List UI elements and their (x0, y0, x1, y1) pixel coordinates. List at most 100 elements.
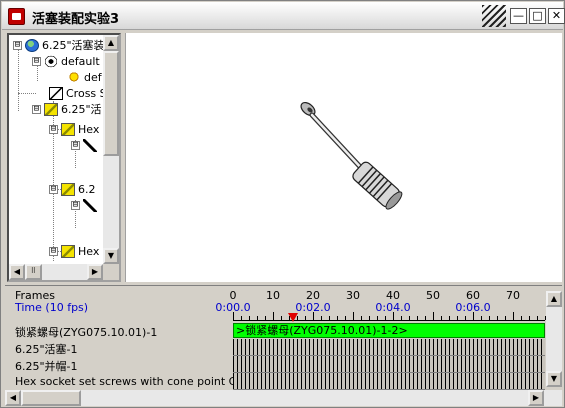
assembly-tree-panel: ⊟ 6.25"活塞装 ⊟ default def Cross S ⊟ 6.25"… (7, 33, 121, 282)
scroll-up-button[interactable]: ▲ (103, 35, 119, 51)
part-icon (61, 244, 75, 258)
scroll-left-button[interactable]: ◀ (5, 390, 21, 406)
frame-tick-label: 70 (506, 289, 520, 302)
animation-timeline: Frames Time (10 fps) 0 10 20 30 40 50 60 70 0:0… (5, 285, 562, 390)
ruler-tick (361, 316, 362, 320)
light-bulb-icon (67, 70, 81, 84)
ruler-tick (345, 316, 346, 320)
ruler-tick (505, 316, 506, 320)
timeline-vertical-scrollbar[interactable]: ▲ ▼ (546, 291, 562, 387)
ruler-tick (497, 316, 498, 320)
scroll-thumb[interactable] (21, 390, 81, 406)
scrollbar-corner (103, 264, 119, 280)
track-name: 6.25"活塞-1 (15, 343, 78, 356)
tree-item-hex-screw[interactable]: ⊟ Hex (49, 121, 99, 137)
track-grid[interactable] (233, 356, 545, 373)
maximize-button[interactable]: □ (529, 8, 546, 24)
ruler-tick (433, 312, 434, 320)
track-keyframe-bar[interactable]: >锁紧螺母(ZYG075.10.01)-1-2> (233, 323, 545, 338)
frame-tick-label: 30 (346, 289, 360, 302)
ruler-tick (449, 316, 450, 320)
tree-item-label: Hex (78, 244, 100, 258)
tree-item-assembly-root[interactable]: ⊟ 6.25"活塞装 (13, 37, 103, 53)
ruler-tick (457, 316, 458, 320)
minimize-button[interactable]: — (510, 8, 527, 24)
title-decoration (482, 5, 506, 27)
frame-tick-label: 10 (266, 289, 280, 302)
ruler-tick (401, 316, 402, 320)
ruler-tick (441, 316, 442, 320)
3d-viewport[interactable] (125, 33, 562, 282)
ruler-tick (249, 316, 250, 320)
tree-item-default-view[interactable]: ⊟ default (32, 53, 100, 69)
ruler-tick (465, 316, 466, 320)
tree-item-label: 6.2 (78, 182, 96, 196)
ruler-tick (313, 312, 314, 320)
tree-item-piston-part[interactable]: ⊟ 6.2 (49, 181, 96, 197)
track-row[interactable]: 6.25"活塞-1 (15, 339, 545, 356)
tree-item-label: default (61, 54, 100, 68)
ruler-tick (233, 312, 234, 320)
ruler-tick (337, 316, 338, 320)
close-button[interactable]: ✕ (548, 8, 565, 24)
ruler-tick (265, 316, 266, 320)
ruler-tick (329, 316, 330, 320)
collapse-icon[interactable]: ⊟ (32, 104, 41, 114)
assembly-model[interactable] (126, 33, 563, 282)
collapse-icon[interactable]: ⊟ (49, 124, 58, 134)
track-grid[interactable] (233, 373, 545, 390)
part-icon (61, 182, 75, 196)
scroll-up-button[interactable]: ▲ (546, 291, 562, 307)
tree-item-motion[interactable]: ⊟ (71, 137, 100, 153)
collapse-icon[interactable]: ⊟ (71, 200, 80, 210)
time-label: Time (10 fps) (15, 301, 89, 314)
app-icon[interactable] (8, 8, 25, 25)
track-name: 锁紧螺母(ZYG075.10.01)-1 (15, 326, 158, 339)
scroll-down-button[interactable]: ▼ (546, 371, 562, 387)
ruler-tick (273, 312, 274, 320)
collapse-icon[interactable]: ⊟ (49, 184, 58, 194)
frame-tick-label: 50 (426, 289, 440, 302)
track-row[interactable]: 锁紧螺母(ZYG075.10.01)-1 >锁紧螺母(ZYG075.10.01)… (15, 322, 545, 339)
collapse-icon[interactable]: ⊟ (13, 40, 22, 50)
motion-path-icon (83, 198, 97, 212)
eye-icon (44, 54, 58, 68)
ruler-tick (305, 316, 306, 320)
ruler-tick (377, 316, 378, 320)
scroll-thumb[interactable]: ⠿ (25, 264, 42, 280)
ruler-tick (393, 312, 394, 320)
assembly-tree: ⊟ 6.25"活塞装 ⊟ default def Cross S ⊟ 6.25"… (9, 35, 103, 262)
track-name: 6.25"并帽-1 (15, 360, 78, 373)
timeline-ruler[interactable] (233, 312, 546, 321)
tree-item-label: 6.25"活塞装 (42, 39, 103, 52)
track-row[interactable]: 6.25"并帽-1 (15, 356, 545, 373)
scroll-thumb[interactable] (103, 51, 119, 156)
tree-item-hex-screw[interactable]: ⊟ Hex (49, 243, 99, 259)
scroll-right-button[interactable]: ▶ (528, 390, 544, 406)
ruler-tick (425, 316, 426, 320)
track-row[interactable]: Hex socket set screws with cone point GB… (15, 373, 545, 390)
tree-item-cross-section[interactable]: Cross S (49, 85, 103, 101)
window-title: 活塞装配实验3 (32, 12, 120, 27)
collapse-icon[interactable]: ⊟ (32, 56, 41, 66)
app-window: 活塞装配实验3 — □ ✕ ⊟ 6.25"活塞装 ⊟ default def C… (0, 0, 565, 408)
timeline-horizontal-scrollbar[interactable]: ◀ ▶ (5, 390, 562, 406)
tree-item-label: def (84, 70, 102, 84)
tree-vertical-scrollbar[interactable]: ▲ ▼ (103, 35, 119, 264)
scroll-left-button[interactable]: ◀ (9, 264, 25, 280)
part-icon (44, 102, 58, 116)
ruler-tick (321, 316, 322, 320)
scroll-down-button[interactable]: ▼ (103, 248, 119, 264)
playhead-marker[interactable] (288, 313, 298, 322)
track-grid[interactable] (233, 339, 545, 356)
scroll-right-button[interactable]: ▶ (87, 264, 103, 280)
tree-horizontal-scrollbar[interactable]: ◀ ⠿ ▶ (9, 264, 103, 280)
ruler-tick (417, 316, 418, 320)
title-bar[interactable]: 活塞装配实验3 — □ ✕ (2, 2, 565, 30)
tree-item-motion[interactable]: ⊟ (71, 197, 100, 213)
tree-item-default-light[interactable]: def (67, 69, 102, 85)
ruler-tick (481, 316, 482, 320)
collapse-icon[interactable]: ⊟ (49, 246, 58, 256)
collapse-icon[interactable]: ⊟ (71, 140, 80, 150)
tree-item-piston-assembly[interactable]: ⊟ 6.25"活 (32, 101, 102, 117)
